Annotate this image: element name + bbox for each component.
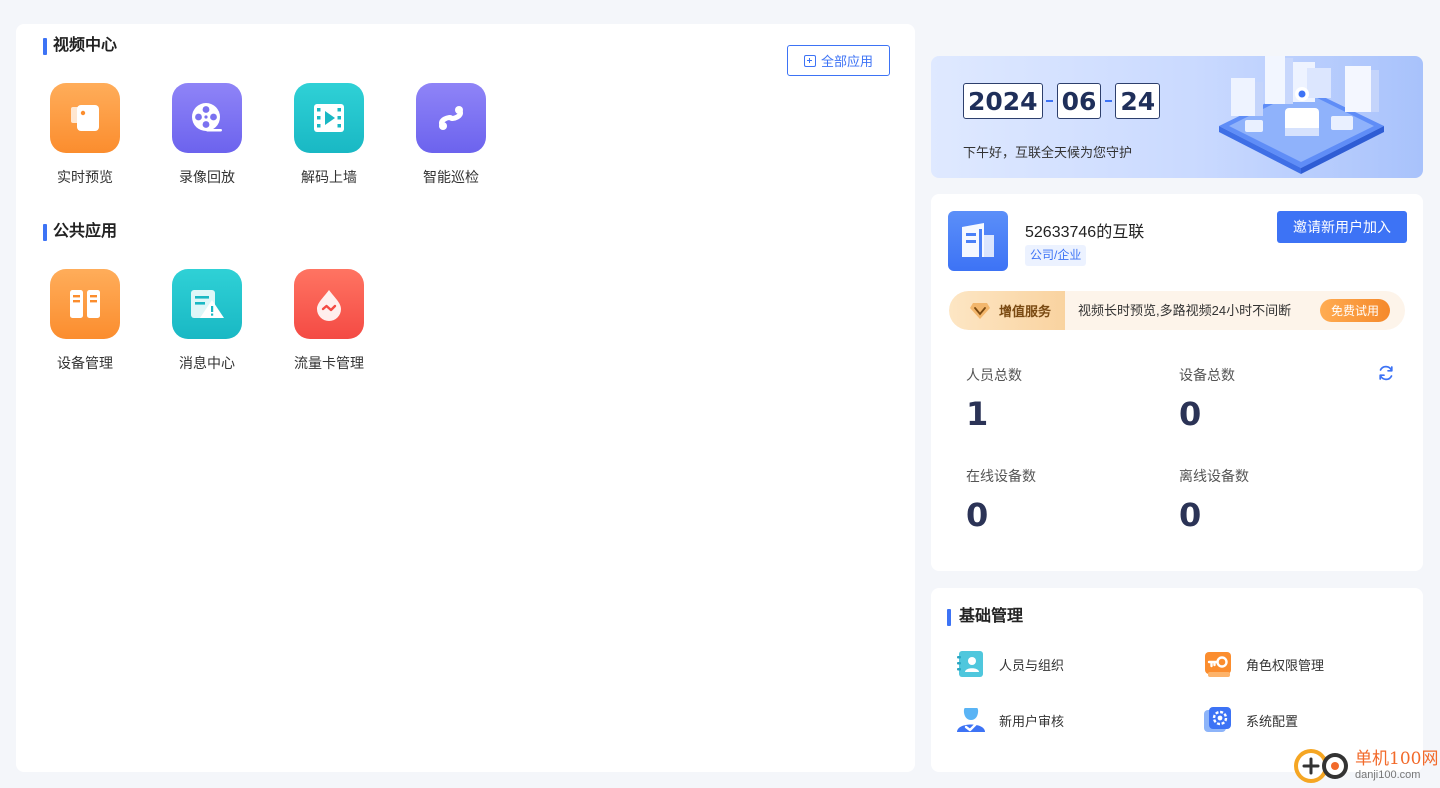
mgmt-item-label: 新用户审核: [999, 713, 1065, 729]
app-device-management[interactable]: 设备管理: [50, 269, 120, 373]
stat-label: 人员总数: [966, 367, 1022, 383]
settings-gear-icon: [1204, 707, 1231, 732]
app-label: 录像回放: [179, 169, 235, 185]
isometric-city-illustration: [1219, 56, 1384, 174]
stat-label: 在线设备数: [966, 468, 1036, 484]
value-added-service-badge: 增值服务: [949, 291, 1065, 330]
app-smart-patrol[interactable]: 智能巡检: [416, 83, 486, 187]
public-apps-title: 公共应用: [43, 222, 117, 242]
app-message-center[interactable]: 消息中心: [172, 269, 242, 373]
greeting-text: 下午好，互联全天候为您守护: [963, 145, 1133, 160]
patrol-route-icon: [416, 83, 486, 153]
mgmt-item-label: 人员与组织: [999, 657, 1065, 673]
stat-value: 0: [966, 496, 989, 534]
mgmt-item-label: 系统配置: [1246, 713, 1299, 729]
organization-card: 52633746的互联 公司/企业 邀请新用户加入 增值服务 视频长时预览,多路…: [931, 194, 1423, 571]
basic-management-title: 基础管理: [947, 607, 1023, 627]
watermark-name-cn: 单机100网: [1355, 749, 1439, 769]
video-wall-icon: [294, 83, 364, 153]
mgmt-people-organization[interactable]: 人员与组织: [955, 648, 1064, 680]
date-day: 24: [1115, 83, 1161, 119]
app-decode-wall[interactable]: 解码上墙: [294, 83, 364, 187]
app-label: 消息中心: [179, 355, 235, 371]
mgmt-system-config[interactable]: 系统配置: [1202, 704, 1298, 736]
diamond-icon: [970, 302, 990, 319]
mgmt-item-label: 角色权限管理: [1246, 657, 1325, 673]
watermark-logo-icon: [1294, 749, 1348, 783]
key-icon: [1205, 652, 1231, 677]
video-center-apps: 实时预览 录像回放 解码上墙 智能巡检: [50, 83, 486, 187]
app-label: 设备管理: [57, 355, 113, 371]
watermark-text: 单机100网 danji100.com: [1355, 751, 1438, 781]
plus-square-icon: [803, 54, 816, 67]
app-data-card-management[interactable]: 流量卡管理: [294, 269, 364, 373]
invite-user-button[interactable]: 邀请新用户加入: [1277, 211, 1407, 243]
data-drop-icon: [294, 269, 364, 339]
video-center-title: 视频中心: [43, 36, 117, 56]
stat-value: 1: [966, 395, 989, 433]
contacts-book-icon: [957, 651, 983, 677]
stat-label: 离线设备数: [1179, 468, 1249, 484]
stat-total-people: 人员总数 1: [966, 365, 1022, 433]
public-apps: 设备管理 消息中心 流量卡管理: [50, 269, 364, 373]
refresh-icon[interactable]: [1377, 364, 1395, 382]
stat-total-devices: 设备总数 0: [1179, 365, 1235, 433]
site-watermark: 单机100网 danji100.com: [1291, 744, 1440, 788]
app-live-preview[interactable]: 实时预览: [50, 83, 120, 187]
stat-offline-devices: 离线设备数 0: [1179, 466, 1249, 534]
value-added-service-description: 视频长时预览,多路视频24小时不间断: [1078, 303, 1292, 318]
stat-label: 设备总数: [1179, 367, 1235, 383]
organization-name: 52633746的互联: [1025, 224, 1145, 241]
value-added-service-label: 增值服务: [999, 304, 1052, 319]
value-added-service-bar: 增值服务 视频长时预览,多路视频24小时不间断 免费试用: [949, 291, 1405, 330]
app-label: 智能巡检: [423, 169, 479, 185]
film-reel-icon: [172, 83, 242, 153]
date-separator: [1043, 100, 1057, 102]
app-label: 流量卡管理: [294, 355, 364, 371]
stat-online-devices: 在线设备数 0: [966, 466, 1036, 534]
camera-icon: [50, 83, 120, 153]
date-display: 2024 06 24: [963, 83, 1161, 119]
watermark-name-en: danji100.com: [1355, 769, 1421, 781]
building-icon: [948, 211, 1008, 271]
app-label: 解码上墙: [301, 169, 357, 185]
all-apps-label: 全部应用: [820, 54, 873, 69]
mgmt-new-user-review[interactable]: 新用户审核: [955, 704, 1064, 736]
app-recording-playback[interactable]: 录像回放: [172, 83, 242, 187]
all-apps-button[interactable]: 全部应用: [787, 45, 890, 76]
date-month: 06: [1056, 83, 1102, 119]
date-banner: 2024 06 24 下午好，互联全天候为您守护: [931, 56, 1423, 178]
device-cabinet-icon: [50, 269, 120, 339]
stat-value: 0: [1179, 496, 1202, 534]
message-alert-icon: [172, 269, 242, 339]
stat-value: 0: [1179, 395, 1202, 433]
user-check-icon: [957, 708, 985, 732]
mgmt-role-permission[interactable]: 角色权限管理: [1202, 648, 1324, 680]
date-separator: [1101, 100, 1115, 102]
organization-type-tag: 公司/企业: [1025, 245, 1087, 266]
apps-panel: 视频中心 全部应用 实时预览 录像回放 解码上墙 智能巡检 公共应用 设备管理 …: [16, 24, 915, 772]
free-trial-button[interactable]: 免费试用: [1320, 299, 1390, 322]
date-year: 2024: [963, 83, 1043, 119]
app-label: 实时预览: [57, 169, 113, 185]
